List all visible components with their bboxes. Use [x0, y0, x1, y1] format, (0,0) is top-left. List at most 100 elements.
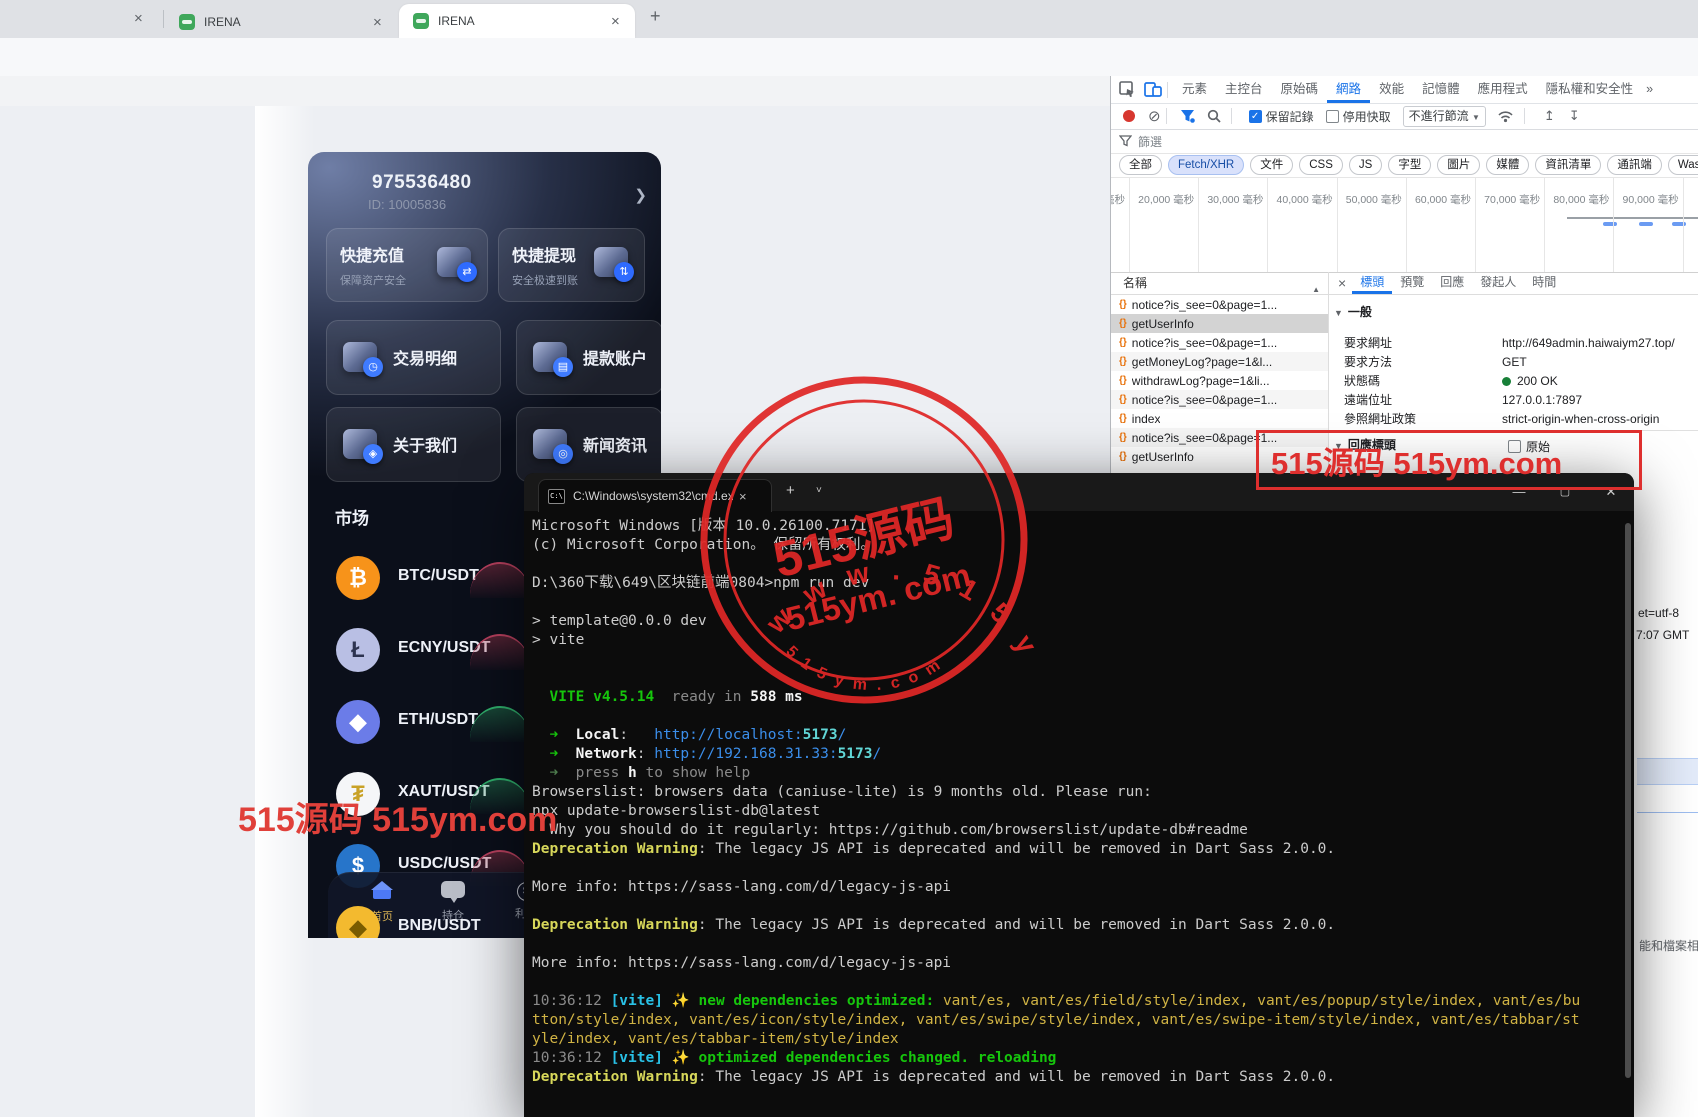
devtools-tab-應用程式[interactable]: 應用程式 [1469, 76, 1537, 103]
export-har-icon[interactable]: ↧ [1569, 108, 1580, 124]
ruler-gridline [1683, 178, 1684, 272]
browser-tab-active[interactable]: IRENA × [399, 4, 635, 38]
close-icon[interactable]: × [611, 14, 620, 29]
screen: × IRENA × IRENA × + i localhost:5173/hom… [0, 0, 1698, 1117]
devtools-tab-bar: 元素主控台原始碼網路效能記憶體應用程式隱私權和安全性 » [1111, 76, 1698, 104]
throttling-select[interactable]: 不進行節流 ▼ [1403, 106, 1486, 127]
cmd-icon: C:\ [548, 489, 565, 504]
request-filter-chip[interactable]: 媒體 [1486, 155, 1529, 175]
network-request-row[interactable]: {}notice?is_see=0&page=1... [1111, 390, 1328, 409]
details-tab-發起人[interactable]: 發起人 [1472, 272, 1524, 294]
request-filter-chip[interactable]: Fetch/XHR [1168, 155, 1244, 175]
devtools-tab-網路[interactable]: 網路 [1327, 76, 1370, 103]
devtools-tab-效能[interactable]: 效能 [1370, 76, 1413, 103]
terminal-scrollbar[interactable] [1625, 523, 1631, 1078]
header-row: 遠端位址127.0.0.1:7897 [1344, 391, 1582, 410]
header-value: 200 OK [1517, 374, 1558, 388]
request-filter-chip[interactable]: Wasm [1668, 155, 1698, 175]
menu-card[interactable]: ◎新闻资讯 [516, 407, 661, 482]
request-name: index [1132, 412, 1161, 426]
browser-toolbar: i localhost:5173/home A文 ☆ [0, 38, 1698, 79]
browser-tab[interactable]: IRENA × [168, 6, 390, 38]
network-request-row[interactable]: {} index [1111, 409, 1328, 428]
details-tab-標頭[interactable]: 標頭 [1352, 272, 1392, 294]
request-filter-chip[interactable]: CSS [1299, 155, 1343, 175]
search-icon[interactable] [1207, 109, 1221, 123]
menu-3d-icon: ▤ [533, 342, 567, 372]
json-request-icon: {} [1119, 299, 1127, 310]
header-row: 要求方法GET [1344, 353, 1527, 372]
general-section-title[interactable]: ▼一般 [1334, 303, 1372, 320]
network-request-row[interactable]: {}withdrawLog?page=1&li... [1111, 371, 1328, 390]
quick-card-deposit[interactable]: 快捷充值保障资产安全⇄ [326, 228, 488, 302]
request-filter-chip[interactable]: 圖片 [1437, 155, 1480, 175]
toggle-device-toolbar-icon[interactable] [1144, 82, 1162, 97]
chevron-right-icon[interactable]: ❯ [634, 186, 647, 204]
watermark-text: 515源码 515ym.com [238, 792, 557, 841]
details-tab-預覽[interactable]: 預覽 [1392, 272, 1432, 294]
terminal-line: tton/style/index, vant/es/icon/style/ind… [532, 1011, 1580, 1030]
card-subtitle: 保障资产安全 [340, 272, 406, 288]
request-filter-chip[interactable]: JS [1349, 155, 1382, 175]
request-filter-chip[interactable]: 全部 [1119, 155, 1162, 175]
clear-network-log-icon[interactable]: ⊘ [1148, 109, 1161, 124]
header-value: strict-origin-when-cross-origin [1502, 412, 1659, 426]
devtools-tab-原始碼[interactable]: 原始碼 [1272, 76, 1328, 103]
request-filter-chip[interactable]: 通訊端 [1607, 155, 1662, 175]
request-type-chips: 全部Fetch/XHR文件CSSJS字型圖片媒體資訊清單通訊端Wasm其他 [1111, 153, 1698, 178]
network-request-row[interactable]: {}getUserInfo [1111, 314, 1328, 333]
devtools-tab-元素[interactable]: 元素 [1173, 76, 1216, 103]
filter-icon[interactable] [1180, 109, 1195, 123]
network-conditions-icon[interactable] [1497, 110, 1514, 123]
terminal-line: Deprecation Warning: The legacy JS API i… [532, 916, 1580, 935]
terminal-line: D:\360下载\649\区块链前端0804>npm run dev [532, 574, 1580, 593]
devtools-tab-記憶體[interactable]: 記憶體 [1413, 76, 1469, 103]
request-filter-chip[interactable]: 文件 [1250, 155, 1293, 175]
request-name: getMoneyLog?page=1&l... [1132, 355, 1272, 369]
card-title: 快捷充值 [340, 242, 404, 266]
request-list-header[interactable]: 名稱 ▲ [1111, 272, 1328, 295]
more-tabs-icon[interactable]: » [1642, 76, 1657, 103]
close-icon[interactable]: × [373, 15, 382, 30]
header-value: GET [1502, 355, 1527, 369]
sort-ascending-icon: ▲ [1312, 279, 1320, 301]
quick-card-withdraw[interactable]: 快捷提现安全极速到账⇅ [498, 228, 645, 302]
network-filter-row[interactable]: 篩選 [1111, 129, 1698, 154]
record-network-log-icon[interactable] [1123, 110, 1135, 122]
network-request-row[interactable]: {}notice?is_see=0&page=1... [1111, 333, 1328, 352]
import-har-icon[interactable]: ↥ [1544, 108, 1555, 124]
devtools-tab-隱私權和安全性[interactable]: 隱私權和安全性 [1537, 76, 1643, 103]
filter-placeholder: 篩選 [1138, 133, 1162, 150]
network-toolbar: ⊘ ✓ 保留記錄 停用快取 不進行節流 ▼ ↥ ↧ [1111, 103, 1698, 130]
devtools-tab-主控台[interactable]: 主控台 [1216, 76, 1272, 103]
card-3d-icon: ⇅ [594, 247, 628, 277]
disable-cache-checkbox[interactable] [1326, 110, 1339, 123]
close-icon[interactable]: × [1338, 275, 1346, 291]
request-filter-chip[interactable]: 資訊清單 [1535, 155, 1601, 175]
menu-label: 新闻资讯 [583, 432, 647, 456]
json-request-icon: {} [1119, 432, 1127, 443]
ruler-tick-label: 30,000 毫秒 [1197, 192, 1263, 207]
menu-card[interactable]: ◈关于我们 [326, 407, 501, 482]
account-id: ID: 10005836 [368, 197, 446, 212]
network-request-row[interactable]: {}notice?is_see=0&page=1... [1111, 295, 1328, 314]
divider [1167, 82, 1168, 98]
preserve-log-checkbox[interactable]: ✓ [1249, 110, 1262, 123]
coin-pair-label: BNB/USDT [398, 917, 481, 935]
details-tab-回應[interactable]: 回應 [1432, 272, 1472, 294]
menu-card[interactable]: ▤提款账户 [516, 320, 661, 395]
new-tab-button[interactable]: + [650, 9, 661, 24]
inspect-icon[interactable] [1119, 81, 1136, 98]
header-row: 參照網址政策strict-origin-when-cross-origin [1344, 410, 1659, 429]
json-request-icon: {} [1119, 413, 1127, 424]
details-tab-時間[interactable]: 時間 [1524, 272, 1564, 294]
terminal-line: More info: https://sass-lang.com/d/legac… [532, 954, 1580, 973]
close-icon[interactable]: × [134, 11, 143, 26]
coin-icon: Ł [336, 628, 380, 672]
text-fragment: 能和檔案相 [1639, 937, 1698, 954]
terminal-line: npx update-browserslist-db@latest [532, 802, 1580, 821]
request-filter-chip[interactable]: 字型 [1388, 155, 1431, 175]
menu-card[interactable]: ◷交易明细 [326, 320, 501, 395]
network-request-row[interactable]: {}getMoneyLog?page=1&l... [1111, 352, 1328, 371]
header-row-line [1637, 812, 1698, 813]
